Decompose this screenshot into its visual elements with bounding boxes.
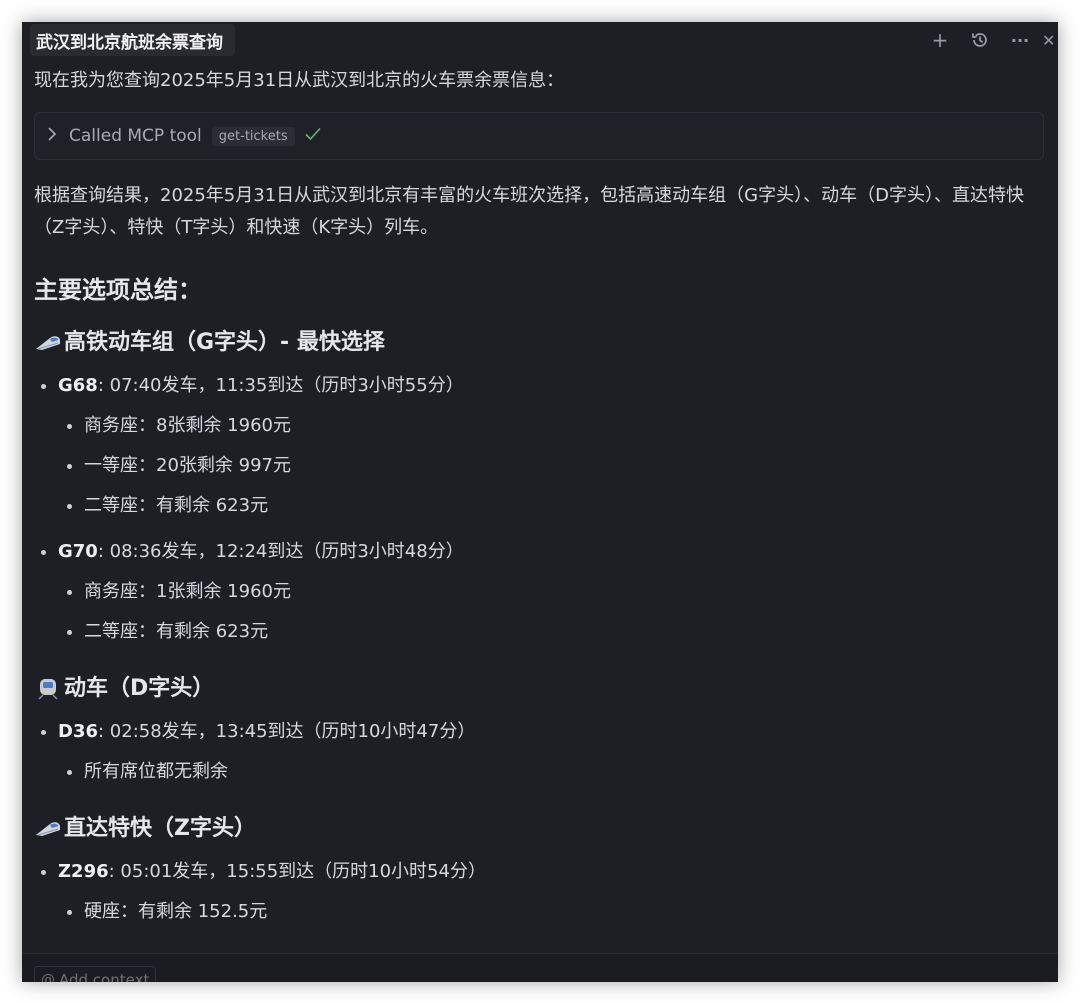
train-group: 动车（D字头） D36: 02:58发车，13:45到达（历时10小时47分） …: [34, 674, 1044, 784]
train-entry: D36: 02:58发车，13:45到达（历时10小时47分）: [34, 720, 1044, 744]
seat-info: 二等座：有剩余 623元: [34, 620, 1044, 644]
history-button[interactable]: [962, 26, 998, 54]
group-heading: 直达特快（Z字头）: [34, 814, 1044, 844]
high-speed-train-icon: [36, 822, 60, 836]
train-entry: Z296: 05:01发车，15:55到达（历时10小时54分）: [34, 860, 1044, 884]
add-context-label: Add context: [59, 971, 150, 982]
history-icon: [972, 33, 987, 47]
message-content: 现在我为您查询2025年5月31日从武汉到北京的火车票余票信息： Called …: [34, 58, 1044, 924]
train-group: 直达特快（Z字头） Z296: 05:01发车，15:55到达（历时10小时54…: [34, 814, 1044, 924]
chat-tab-title: 武汉到北京航班余票查询: [36, 32, 223, 53]
train-detail: : 07:40发车，11:35到达（历时3小时55分）: [97, 375, 464, 396]
train-code: G68: [58, 375, 98, 396]
high-speed-train-icon: [36, 336, 60, 350]
seat-info: 所有席位都无剩余: [34, 760, 1044, 784]
chat-window: 武汉到北京航班余票查询 + ··· ✕ 现在我为您查询2025年5月31日从武汉…: [22, 22, 1058, 982]
train-entry: G70: 08:36发车，12:24到达（历时3小时48分）: [34, 540, 1044, 564]
composer-footer: @ Add context: [22, 953, 1058, 982]
summary-paragraph: 根据查询结果，2025年5月31日从武汉到北京有丰富的火车班次选择，包括高速动车…: [34, 185, 1024, 238]
group-heading: 动车（D字头）: [34, 674, 1044, 704]
train-detail: : 02:58发车，13:45到达（历时10小时47分）: [98, 721, 476, 742]
train-entry: G68: 07:40发车，11:35到达（历时3小时55分）: [34, 374, 1044, 398]
train-code: Z296: [58, 861, 109, 882]
more-button[interactable]: ···: [1002, 26, 1038, 54]
close-icon: ✕: [1042, 30, 1056, 50]
train-code: D36: [58, 721, 98, 742]
train-detail: : 05:01发车，15:55到达（历时10小时54分）: [108, 861, 486, 882]
tool-name-chip: get-tickets: [211, 126, 295, 146]
at-icon: @: [41, 972, 55, 982]
group-heading: 高铁动车组（G字头）- 最快选择: [34, 328, 1044, 358]
chat-tab[interactable]: 武汉到北京航班余票查询: [30, 24, 235, 56]
seat-info: 商务座：1张剩余 1960元: [34, 580, 1044, 604]
seat-info: 一等座：20张剩余 997元: [34, 454, 1044, 478]
chevron-right-icon: [47, 127, 63, 145]
train-group: 高铁动车组（G字头）- 最快选择 G68: 07:40发车，11:35到达（历时…: [34, 328, 1044, 644]
more-icon: ···: [1010, 30, 1030, 50]
seat-info: 二等座：有剩余 623元: [34, 494, 1044, 518]
group-title: 直达特快（Z字头）: [64, 816, 256, 841]
group-title: 高铁动车组（G字头）- 最快选择: [64, 330, 385, 355]
seat-info: 商务座：8张剩余 1960元: [34, 414, 1044, 438]
tool-call-label: Called MCP tool: [69, 126, 202, 146]
train-detail: : 08:36发车，12:24到达（历时3小时48分）: [97, 541, 464, 562]
add-context-button[interactable]: @ Add context: [34, 966, 157, 982]
add-chat-button[interactable]: +: [922, 26, 958, 54]
train-code: G70: [58, 541, 98, 562]
section-title: 主要选项总结：: [34, 276, 202, 304]
window-controls: + ··· ✕: [922, 26, 1058, 54]
mcp-tool-call[interactable]: Called MCP tool get-tickets: [34, 112, 1044, 160]
check-icon: [305, 126, 321, 146]
intro-text: 现在我为您查询2025年5月31日从武汉到北京的火车票余票信息：: [34, 70, 565, 91]
title-bar: 武汉到北京航班余票查询 + ··· ✕: [22, 22, 1058, 58]
seat-info: 硬座：有剩余 152.5元: [34, 900, 1044, 924]
train-front-icon: [38, 679, 58, 700]
plus-icon: +: [931, 28, 949, 52]
group-title: 动车（D字头）: [64, 676, 215, 701]
close-button[interactable]: ✕: [1042, 26, 1058, 54]
